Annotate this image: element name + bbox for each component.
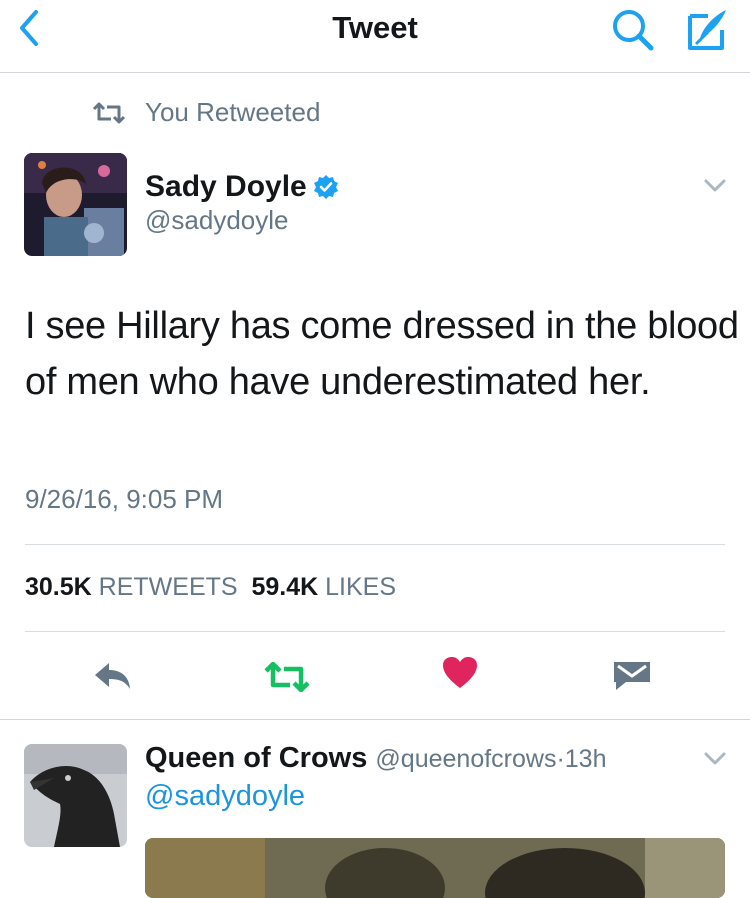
retweet-banner-text: You Retweeted xyxy=(145,97,321,127)
reply-mention-link[interactable]: @sadydoyle xyxy=(145,780,305,813)
avatar[interactable] xyxy=(24,153,127,256)
author-handle[interactable]: @sadydoyle xyxy=(145,205,288,236)
reply-icon[interactable] xyxy=(93,660,133,692)
search-icon[interactable] xyxy=(610,7,656,53)
reply-author-name[interactable]: Queen of Crows xyxy=(145,742,367,774)
divider xyxy=(0,719,750,720)
heart-icon[interactable] xyxy=(442,656,478,690)
meta-separator: · xyxy=(556,745,565,773)
like-count[interactable]: 59.4K xyxy=(251,573,318,601)
engagement-stats: 30.5K RETWEETS 59.4K LIKES xyxy=(25,573,396,602)
tweet-text: I see Hillary has come dressed in the bl… xyxy=(25,305,739,403)
retweet-icon xyxy=(92,102,126,124)
divider xyxy=(25,544,725,545)
reply-media-image[interactable] xyxy=(145,838,725,898)
retweet-button-icon[interactable] xyxy=(264,661,310,693)
verified-badge-icon xyxy=(313,174,339,200)
reply-time: 13h xyxy=(564,745,607,773)
author-name[interactable]: Sady Doyle xyxy=(145,170,307,204)
chevron-down-icon[interactable] xyxy=(703,751,727,767)
divider xyxy=(25,631,725,632)
retweet-count[interactable]: 30.5K xyxy=(25,573,92,601)
reply-header: Queen of Crows @queenofcrows·13h xyxy=(145,742,607,775)
compose-icon[interactable] xyxy=(682,6,732,54)
reply-author-handle[interactable]: @queenofcrows xyxy=(375,745,556,773)
chevron-down-icon[interactable] xyxy=(703,178,727,194)
like-label[interactable]: LIKES xyxy=(325,573,396,601)
retweet-label[interactable]: RETWEETS xyxy=(99,573,238,601)
direct-message-icon[interactable] xyxy=(612,660,652,692)
reply-avatar[interactable] xyxy=(24,744,127,847)
tweet-timestamp: 9/26/16, 9:05 PM xyxy=(25,484,224,514)
